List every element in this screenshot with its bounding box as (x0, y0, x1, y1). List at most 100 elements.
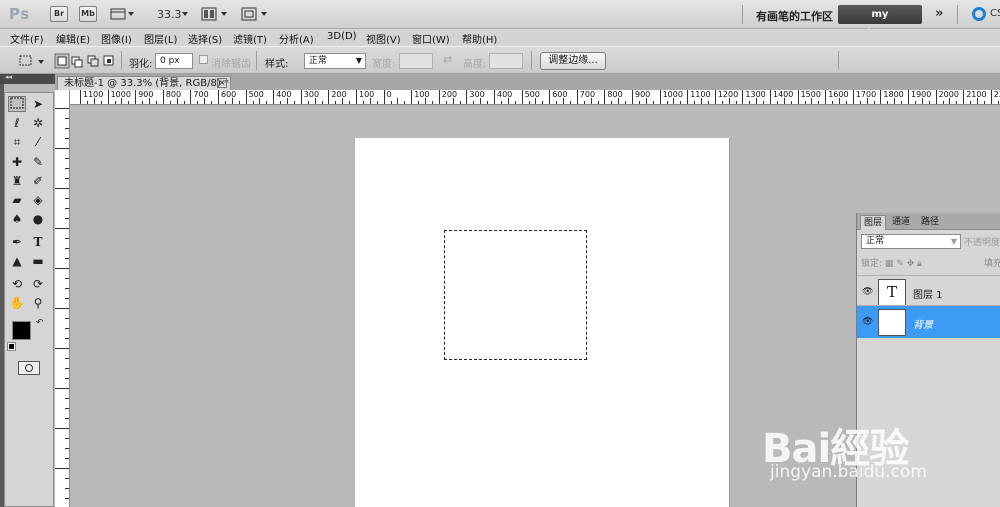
ruler-minor-tick (114, 101, 116, 104)
dodge-tool-icon[interactable]: ● (29, 211, 47, 227)
menu-help[interactable]: 帮助(H) (462, 31, 497, 46)
ruler-minor-tick (65, 328, 69, 329)
3d-orbit-tool-icon[interactable]: ⟳ (29, 276, 47, 292)
zoom-tool-icon[interactable]: ⚲ (29, 295, 47, 311)
cs-live-label[interactable]: CS (990, 8, 1000, 19)
clone-stamp-tool-icon[interactable]: ♜ (8, 173, 26, 189)
ruler-minor-tick (287, 98, 288, 104)
more-workspaces-icon[interactable]: » (935, 6, 943, 21)
feather-input[interactable]: 0 px (155, 53, 193, 69)
mini-bridge-button[interactable]: Mb (79, 6, 97, 22)
menu-file[interactable]: 文件(F) (10, 31, 44, 46)
lock-transparency-icon[interactable]: ▦ (885, 259, 894, 269)
menu-3d[interactable]: 3D(D) (327, 31, 357, 42)
ruler-minor-tick (55, 108, 69, 109)
layer-row-selected[interactable]: 👁︎ 背景 (857, 305, 1000, 338)
refine-edge-button[interactable]: 调整边缘... (540, 52, 606, 70)
menu-select[interactable]: 选择(S) (188, 31, 222, 46)
ruler-minor-tick (487, 101, 489, 104)
arrange-documents-icon[interactable] (201, 7, 229, 21)
blend-mode-select[interactable]: 正常 ▼ (861, 234, 961, 249)
ruler-minor-tick (65, 258, 69, 259)
ruler-minor-tick (293, 101, 295, 104)
layer-row[interactable]: 👁︎ T 图层 1 (857, 275, 1000, 308)
rectangle-tool-icon[interactable]: ▬ (29, 253, 47, 269)
healing-brush-tool-icon[interactable]: ✚ (8, 154, 26, 170)
swap-colors-icon[interactable]: ↶ (36, 318, 44, 328)
workspace-option-active[interactable]: my workspace1 (838, 5, 922, 39)
default-colors-icon[interactable] (7, 342, 16, 351)
ruler-minor-tick (65, 498, 69, 499)
ruler-minor-tick (832, 101, 834, 104)
menu-edit[interactable]: 编辑(E) (56, 31, 90, 46)
blur-tool-icon[interactable]: ♠ (8, 211, 26, 227)
move-tool-icon[interactable]: ➤ (29, 96, 47, 112)
type-tool-icon[interactable]: T (29, 234, 47, 250)
height-input[interactable] (489, 53, 523, 69)
collapse-icon[interactable]: ◂◂ (5, 73, 12, 81)
tab-paths[interactable]: 路径 (918, 215, 942, 230)
magic-wand-tool-icon[interactable]: ✲ (29, 115, 47, 131)
ruler-minor-tick (425, 98, 426, 104)
width-input[interactable] (399, 53, 433, 69)
quick-mask-icon[interactable] (18, 361, 40, 375)
antialias-checkbox[interactable] (199, 55, 208, 64)
style-select[interactable]: 正常 ▼ (304, 53, 366, 69)
crop-tool-icon[interactable]: ⌗ (8, 134, 26, 150)
menu-layer[interactable]: 图层(L) (144, 31, 177, 46)
antialias-label: 消除锯齿 (211, 59, 251, 70)
marquee-preset-icon[interactable] (18, 53, 46, 72)
marquee-selection[interactable] (444, 230, 587, 360)
bridge-button[interactable]: Br (50, 6, 68, 22)
ruler-minor-tick (694, 101, 696, 104)
ruler-minor-tick (618, 98, 620, 104)
zoom-dropdown-icon[interactable] (181, 7, 189, 21)
menu-image[interactable]: 图像(I) (101, 31, 132, 46)
ruler-minor-tick (65, 458, 69, 459)
brush-tool-icon[interactable]: ✎ (29, 154, 47, 170)
rectangular-marquee-tool-icon[interactable] (8, 96, 26, 112)
screen-mode-icon[interactable] (241, 7, 269, 21)
tab-layers[interactable]: 图层 (860, 215, 887, 230)
pen-tool-icon[interactable]: ✒ (8, 234, 26, 250)
menu-analysis[interactable]: 分析(A) (279, 31, 314, 46)
eraser-tool-icon[interactable]: ▰ (8, 192, 26, 208)
ruler-minor-tick (756, 98, 758, 104)
foreground-color-swatch[interactable] (12, 321, 31, 340)
lasso-tool-icon[interactable]: ℓ (8, 115, 26, 131)
cs-live-icon[interactable] (972, 7, 986, 21)
lock-position-icon[interactable]: ✥ (907, 259, 915, 269)
history-brush-tool-icon[interactable]: ✐ (29, 173, 47, 189)
tab-channels[interactable]: 通道 (889, 215, 913, 230)
ruler-minor-tick (914, 101, 916, 104)
tools-panel-header[interactable]: ◂◂ (0, 73, 55, 84)
ruler-minor-tick (970, 101, 972, 104)
vertical-ruler[interactable] (55, 90, 70, 507)
ruler-minor-tick (197, 101, 199, 104)
swap-icon[interactable]: ⇄ (443, 53, 452, 66)
horizontal-ruler[interactable]: 1100 1000 900 800 700 600 500 400 300 200 100 0 100 2… (55, 90, 1000, 105)
selection-mode-icons[interactable] (54, 53, 118, 72)
ruler-minor-tick (55, 388, 69, 389)
close-tab-icon[interactable]: × (217, 78, 227, 88)
menu-window[interactable]: 窗口(W) (412, 31, 450, 46)
menu-view[interactable]: 视图(V) (366, 31, 401, 46)
view-extras-icon[interactable] (110, 7, 136, 21)
paint-bucket-tool-icon[interactable]: ◈ (29, 192, 47, 208)
lock-pixels-icon[interactable]: ✎ (896, 259, 904, 269)
path-selection-tool-icon[interactable]: ▲ (8, 253, 26, 269)
menu-filter[interactable]: 滤镜(T) (233, 31, 267, 46)
3d-rotate-tool-icon[interactable]: ⟲ (8, 276, 26, 292)
zoom-level[interactable]: 33.3 (157, 8, 182, 21)
visibility-eye-icon[interactable]: 👁︎ (862, 317, 873, 327)
ruler-minor-tick (983, 101, 985, 104)
lock-all-icon[interactable]: 🔒︎ (917, 259, 922, 269)
workspace-option-brush[interactable]: 有画笔的工作区 (756, 8, 833, 24)
document-tab[interactable]: 未标题-1 @ 33.3% (背景, RGB/8) * × (57, 76, 231, 90)
visibility-eye-icon[interactable]: 👁︎ (862, 287, 873, 297)
ruler-minor-tick (445, 101, 447, 104)
ruler-minor-tick (65, 418, 69, 419)
hand-tool-icon[interactable]: ✋ (8, 295, 26, 311)
ruler-minor-tick (804, 101, 806, 104)
eyedropper-tool-icon[interactable]: ⁄ (29, 134, 47, 150)
